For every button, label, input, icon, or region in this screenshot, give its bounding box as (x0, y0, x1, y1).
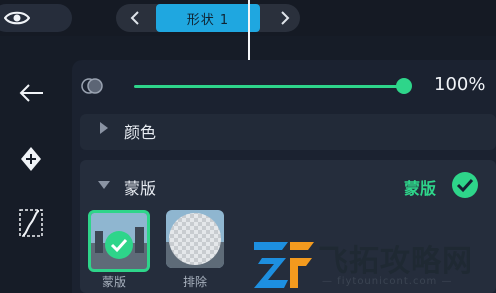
curve-button[interactable] (16, 208, 46, 238)
opacity-icon (81, 78, 103, 94)
color-section-label: 颜色 (124, 123, 157, 142)
mask-option-mask-label: 蒙版 (102, 275, 127, 289)
opacity-slider-thumb[interactable] (396, 78, 412, 94)
keyframe-add-icon (21, 147, 41, 171)
opacity-value: 100% (434, 74, 486, 95)
left-toolbar (0, 60, 62, 293)
exclude-preview (166, 210, 224, 268)
shape-clip[interactable]: 形状 1 (156, 4, 260, 32)
back-button[interactable] (16, 78, 46, 108)
mask-option-exclude[interactable] (166, 210, 224, 268)
eye-icon (4, 11, 30, 25)
mask-toggle[interactable] (452, 172, 478, 198)
clip-prev-button[interactable] (122, 6, 148, 30)
back-arrow-icon (19, 84, 43, 102)
mask-section-label: 蒙版 (124, 179, 157, 198)
curve-icon (19, 209, 43, 237)
mask-option-exclude-label: 排除 (183, 275, 208, 289)
collapse-triangle-icon[interactable] (98, 181, 110, 189)
visibility-toggle[interactable] (0, 4, 72, 32)
chevron-right-icon (281, 11, 290, 25)
chevron-left-icon (130, 11, 139, 25)
add-keyframe-button[interactable] (16, 144, 46, 174)
expand-triangle-icon (100, 122, 108, 134)
clip-label: 形状 1 (186, 12, 230, 28)
mask-toggle-label: 蒙版 (404, 179, 437, 198)
playhead[interactable] (248, 0, 250, 60)
watermark-logo (254, 242, 314, 288)
mask-option-mask[interactable] (88, 210, 150, 272)
mask-preview (91, 213, 147, 269)
clip-next-button[interactable] (272, 6, 298, 30)
watermark-text: 飞拓攻略网 (318, 244, 473, 279)
check-icon (456, 178, 474, 193)
watermark-subtext: — fiytounicont.com — (322, 276, 453, 287)
opacity-slider-track[interactable] (134, 85, 404, 88)
